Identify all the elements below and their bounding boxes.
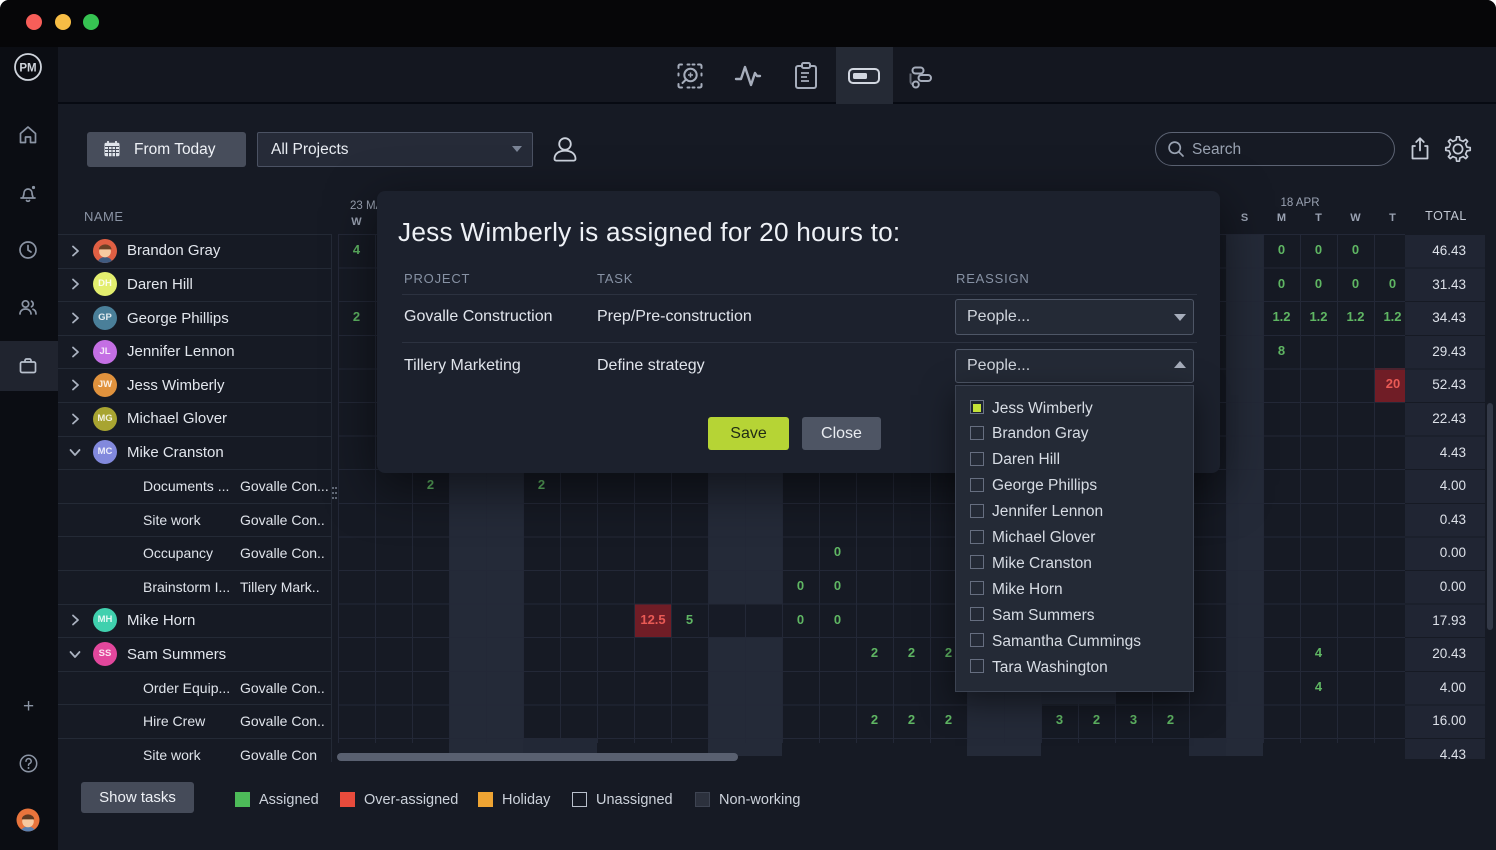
svg-text:PM: PM [19,63,36,75]
